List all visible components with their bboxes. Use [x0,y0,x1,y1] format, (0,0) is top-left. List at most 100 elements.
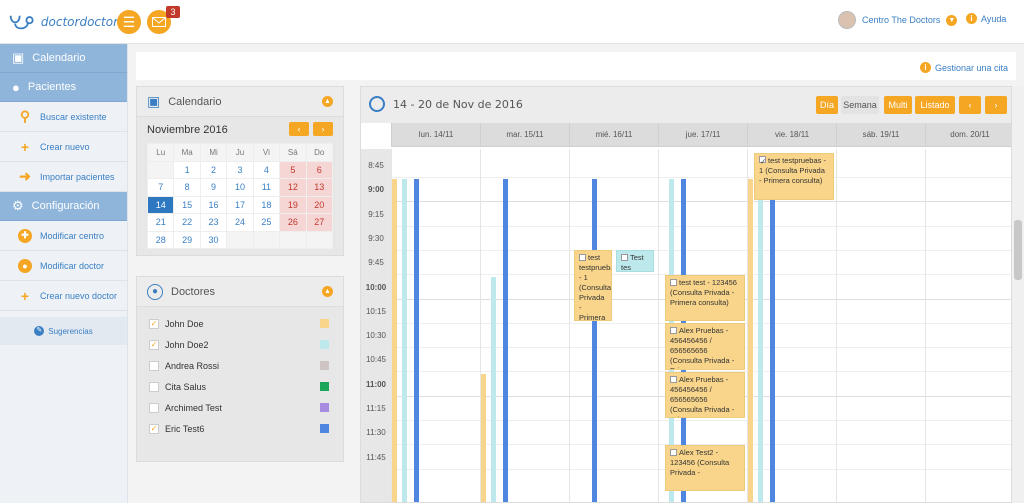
calendar-day[interactable]: 15 [173,195,201,214]
mini-calendar-month: Noviembre 2016 [147,124,228,136]
view-semana-button[interactable]: Semana [841,96,879,114]
next-week-button[interactable]: › [985,96,1007,114]
calendar-day[interactable]: 27 [305,213,334,232]
event-text: Alex Pruebas - 456456456 / 656565656 (Co… [670,326,735,369]
calendar-day[interactable]: 4 [252,160,281,179]
help-link[interactable]: i Ayuda [966,13,1006,24]
collapse-icon[interactable]: ▲ [322,96,333,107]
event-text: test testpruebas - 1 (Consulta Privada -… [579,253,612,322]
doctor-row[interactable]: ✓ Eric Test6 [137,418,343,439]
appointment-event[interactable]: Alex Pruebas - 456456456 / 656565656 (Co… [665,323,745,370]
doctor-row[interactable]: ✓ John Doe2 [137,334,343,355]
event-checkbox[interactable]: ✓ [759,156,766,166]
view-multi-button[interactable]: Multi [884,96,912,114]
calendar-day[interactable]: 6 [305,160,334,179]
view-dia-button[interactable]: Día [816,96,838,114]
calendar-day[interactable]: 11 [252,178,281,197]
prev-month-button[interactable]: ‹ [289,122,309,136]
doctor-row[interactable]: ✓ John Doe [137,313,343,334]
sidebar-item-calendario[interactable]: ▣ Calendario [0,44,127,73]
calendar-day[interactable]: 8 [173,178,201,197]
menu-button[interactable]: ☰ [117,10,141,34]
event-checkbox[interactable] [670,448,677,456]
collapse-icon[interactable]: ▲ [322,286,333,297]
sidebar-item-pacientes[interactable]: ● Pacientes [0,73,127,102]
time-label: 10:15 [365,306,387,316]
calendar-day[interactable]: 2 [199,160,228,179]
availability-stripe [491,276,496,502]
doctor-checkbox[interactable] [149,381,159,392]
event-checkbox[interactable] [670,327,677,335]
day-gridline [925,149,926,502]
event-checkbox[interactable] [670,375,677,383]
next-month-button[interactable]: › [313,122,333,136]
scrollbar[interactable] [1012,86,1024,503]
sidebar-item-importar[interactable]: ➜ Importar pacientes [0,162,127,192]
doctor-row[interactable]: Archimed Test [137,397,343,418]
sidebar-item-modificar-doctor[interactable]: ● Modificar doctor [0,251,127,281]
doctor-checkbox[interactable]: ✓ [149,339,159,350]
calendar-day[interactable]: 10 [226,178,254,197]
calendar-day[interactable]: 22 [173,213,201,232]
appointment-event[interactable]: Test tes [616,250,654,273]
view-listado-button[interactable]: Listado [915,96,955,114]
doctor-checkbox[interactable]: ✓ [149,423,159,434]
calendar-day[interactable]: 7 [146,178,175,197]
mini-calendar-grid: Lu Ma Mi Ju Vi Sá Do 1 2 3 4 5 6 7 8 9 10 11 12 13 14 15 16 17 1… [146,143,334,249]
doctor-checkbox[interactable]: ✓ [149,318,159,329]
user-menu[interactable]: Centro The Doctors ▼ [838,11,958,29]
calendar-day[interactable]: 3 [226,160,254,179]
event-checkbox[interactable] [670,278,677,286]
calendar-day[interactable]: 23 [199,213,228,232]
logo[interactable]: doctordoctor [8,8,118,36]
calendar-day[interactable]: 14 [146,195,175,214]
hour-gridline [391,249,1011,251]
sidebar-item-label: Modificar doctor [40,260,105,271]
scrollbar-thumb[interactable] [1014,220,1022,280]
calendar-day[interactable]: 29 [173,230,201,249]
appointment-event[interactable]: test testpruebas - 1 (Consulta Privada -… [574,250,612,322]
doctor-checkbox[interactable] [149,402,159,413]
time-label: 9:15 [368,209,384,219]
prev-week-button[interactable]: ‹ [959,96,981,114]
doctor-row[interactable]: Cita Salus [137,376,343,397]
calendar-day[interactable]: 18 [252,195,281,214]
doctor-checkbox[interactable] [149,360,159,371]
user-icon: ● [12,79,20,95]
doctor-row[interactable]: Andrea Rossi [137,355,343,376]
appointment-event[interactable]: Alex Pruebas - 456456456 / 656565656 (Co… [665,371,745,419]
calendar-day[interactable]: 25 [252,213,281,232]
calendar-day[interactable]: 17 [226,195,254,214]
appointment-event[interactable]: test test - 123456 (Consulta Privada - P… [665,274,745,322]
doctor-icon: ● [18,258,32,273]
calendar-day[interactable]: 30 [199,230,228,249]
mini-calendar-header: ▣ Calendario ▲ [137,87,343,117]
event-checkbox[interactable] [579,254,586,262]
calendar-day[interactable]: 12 [279,178,307,197]
calendar-day[interactable]: 20 [305,195,334,214]
calendar-day[interactable]: 28 [146,230,175,249]
suggestions-link[interactable]: ✎ Sugerencias [0,317,127,345]
sidebar-item-modificar-centro[interactable]: ✚ Modificar centro [0,221,127,251]
sidebar-item-configuracion[interactable]: ⚙ Configuración [0,192,127,221]
calendar-day[interactable]: 24 [226,213,254,232]
doctor-color-swatch [320,340,329,349]
calendar-day[interactable]: 1 [173,160,201,179]
help-label: Ayuda [981,13,1007,24]
calendar-day[interactable]: 26 [279,213,307,232]
calendar-day[interactable]: 19 [279,195,307,214]
doctor-color-swatch [320,403,329,412]
calendar-day[interactable]: 16 [199,195,228,214]
gestionar-cita-link[interactable]: i Gestionar una cita [919,62,1008,73]
event-checkbox[interactable] [621,254,628,262]
sidebar-item-crear[interactable]: + Crear nuevo [0,132,127,162]
calendar-day[interactable]: 21 [146,213,175,232]
calendar-day[interactable]: 5 [279,160,307,179]
hour-gridline [391,177,1011,178]
calendar-day[interactable]: 13 [305,178,334,197]
appointment-event[interactable]: Alex Test2 - 123456 (Consulta Privada - [665,444,745,492]
sidebar-item-buscar[interactable]: ⚲ Buscar existente [0,102,127,132]
appointment-event[interactable]: ✓ test testpruebas - 1 (Consulta Privada … [754,153,834,200]
calendar-day[interactable]: 9 [199,178,228,197]
sidebar-item-crear-doctor[interactable]: + Crear nuevo doctor [0,281,127,311]
